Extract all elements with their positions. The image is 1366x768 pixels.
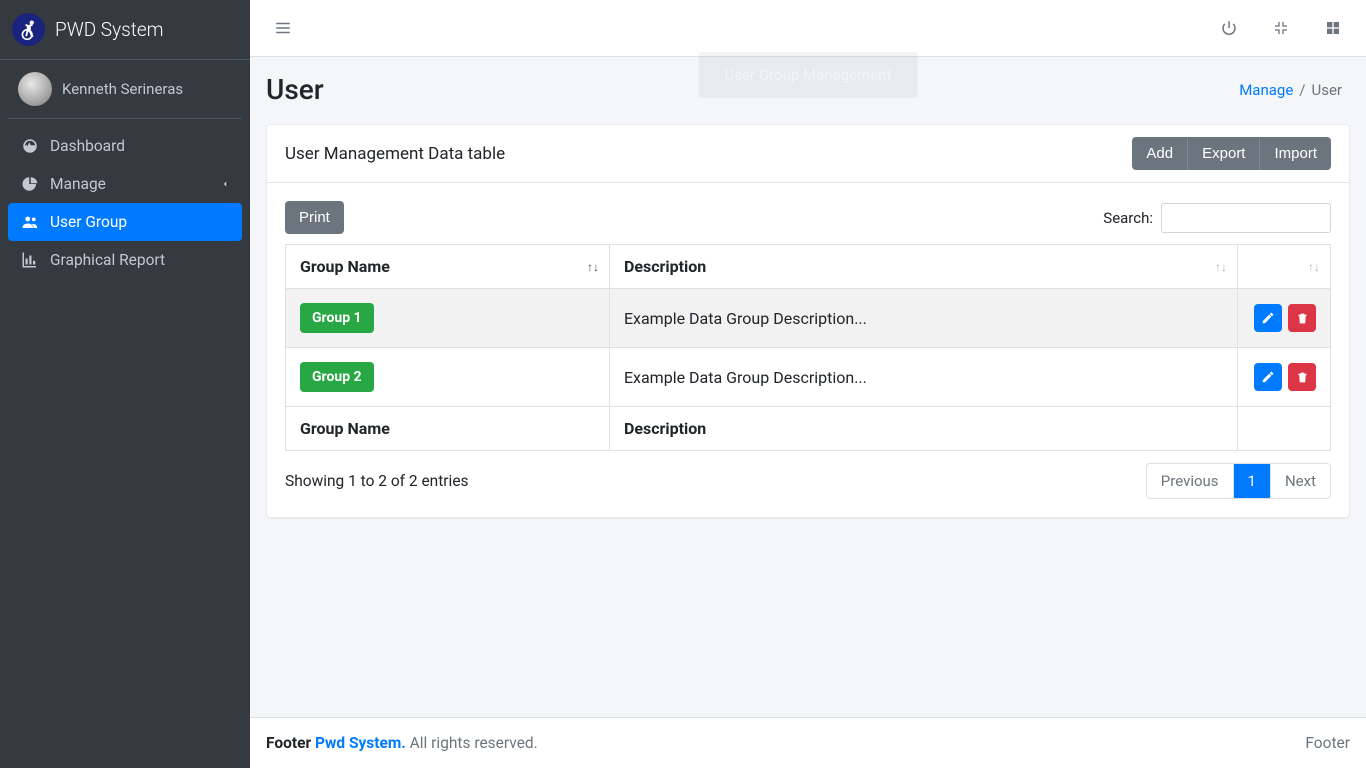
- main: User Group Management User Manage / User…: [250, 0, 1366, 768]
- sidebar-item-label: Dashboard: [50, 137, 125, 155]
- user-card: User Management Data table Add Export Im…: [266, 124, 1350, 518]
- col-actions[interactable]: ↑↓: [1238, 245, 1331, 289]
- card-actions: Add Export Import: [1132, 137, 1331, 170]
- user-name: Kenneth Serineras: [62, 80, 183, 98]
- accessibility-icon: [12, 13, 45, 46]
- user-panel[interactable]: Kenneth Serineras: [8, 60, 242, 119]
- sidebar-item-label: Manage: [50, 175, 106, 193]
- page-next[interactable]: Next: [1270, 464, 1330, 498]
- col-group-name[interactable]: Group Name ↑↓: [286, 245, 610, 289]
- sidebar-item-user-group[interactable]: User Group: [8, 203, 242, 241]
- sidebar-item-label: Graphical Report: [50, 251, 165, 269]
- row-description: Example Data Group Description...: [609, 348, 1237, 407]
- footer: Footer Pwd System. All rights reserved. …: [250, 717, 1366, 768]
- trash-icon: [1296, 371, 1309, 384]
- card-title: User Management Data table: [285, 144, 505, 164]
- footer-col-group-name: Group Name: [286, 407, 610, 451]
- group-badge[interactable]: Group 2: [300, 362, 374, 392]
- col-label: Group Name: [300, 257, 390, 276]
- card-header: User Management Data table Add Export Im…: [267, 125, 1349, 183]
- edit-button[interactable]: [1254, 363, 1282, 391]
- sidebar: PWD System Kenneth Serineras Dashboard M…: [0, 0, 250, 768]
- piechart-icon: [20, 175, 40, 193]
- sidebar-nav: Dashboard Manage User Group: [0, 119, 250, 287]
- avatar: [18, 72, 52, 106]
- pagination: Previous 1 Next: [1146, 463, 1331, 499]
- footer-col-description: Description: [609, 407, 1237, 451]
- export-button[interactable]: Export: [1187, 137, 1259, 170]
- dashboard-icon: [20, 137, 40, 155]
- table-row: Group 1 Example Data Group Description..…: [286, 289, 1331, 348]
- print-button[interactable]: Print: [285, 201, 344, 234]
- group-badge[interactable]: Group 1: [300, 303, 374, 333]
- page-title: User: [266, 73, 324, 106]
- brand-name: PWD System: [55, 18, 164, 41]
- trash-icon: [1296, 312, 1309, 325]
- content-header: User Manage / User: [250, 57, 1366, 116]
- row-description: Example Data Group Description...: [609, 289, 1237, 348]
- breadcrumb: Manage / User: [1239, 81, 1342, 99]
- sidebar-item-dashboard[interactable]: Dashboard: [8, 127, 242, 165]
- add-button[interactable]: Add: [1132, 137, 1187, 170]
- table-row: Group 2 Example Data Group Description..…: [286, 348, 1331, 407]
- sort-icon: ↑↓: [587, 260, 599, 274]
- footer-prefix: Footer: [266, 734, 315, 752]
- card-body: Print Search: Group Name ↑↓: [267, 183, 1349, 517]
- col-label: Description: [624, 257, 706, 276]
- breadcrumb-current: User: [1311, 81, 1342, 99]
- delete-button[interactable]: [1288, 363, 1316, 391]
- pencil-icon: [1261, 311, 1275, 325]
- sidebar-item-manage[interactable]: Manage: [8, 165, 242, 203]
- topbar: [250, 0, 1366, 57]
- col-description[interactable]: Description ↑↓: [609, 245, 1237, 289]
- table-info: Showing 1 to 2 of 2 entries: [285, 472, 469, 490]
- users-icon: [20, 213, 40, 231]
- barchart-icon: [20, 251, 40, 269]
- search-input[interactable]: [1161, 203, 1331, 233]
- grid-button[interactable]: [1316, 11, 1350, 45]
- footer-right: Footer: [1305, 734, 1350, 752]
- sort-icon: ↑↓: [1308, 260, 1320, 274]
- edit-button[interactable]: [1254, 304, 1282, 332]
- menu-toggle-button[interactable]: [266, 11, 300, 45]
- table-tools: Print Search:: [285, 201, 1331, 234]
- footer-rights: All rights reserved.: [410, 734, 538, 752]
- sidebar-item-label: User Group: [50, 213, 127, 231]
- fullscreen-collapse-button[interactable]: [1264, 11, 1298, 45]
- delete-button[interactable]: [1288, 304, 1316, 332]
- page-prev[interactable]: Previous: [1147, 464, 1233, 498]
- footer-brand[interactable]: Pwd System.: [315, 734, 406, 752]
- breadcrumb-parent[interactable]: Manage: [1239, 81, 1293, 99]
- pencil-icon: [1261, 370, 1275, 384]
- user-table: Group Name ↑↓ Description ↑↓ ↑↓: [285, 244, 1331, 451]
- brand[interactable]: PWD System: [0, 0, 250, 60]
- sort-icon: ↑↓: [1215, 260, 1227, 274]
- table-footer: Showing 1 to 2 of 2 entries Previous 1 N…: [285, 463, 1331, 499]
- page-1[interactable]: 1: [1233, 464, 1270, 498]
- search-label: Search:: [1103, 209, 1153, 227]
- breadcrumb-sep: /: [1299, 81, 1305, 99]
- chevron-left-icon: [220, 179, 230, 189]
- power-button[interactable]: [1212, 11, 1246, 45]
- import-button[interactable]: Import: [1259, 137, 1331, 170]
- sidebar-item-graphical-report[interactable]: Graphical Report: [8, 241, 242, 279]
- footer-col-actions: [1238, 407, 1331, 451]
